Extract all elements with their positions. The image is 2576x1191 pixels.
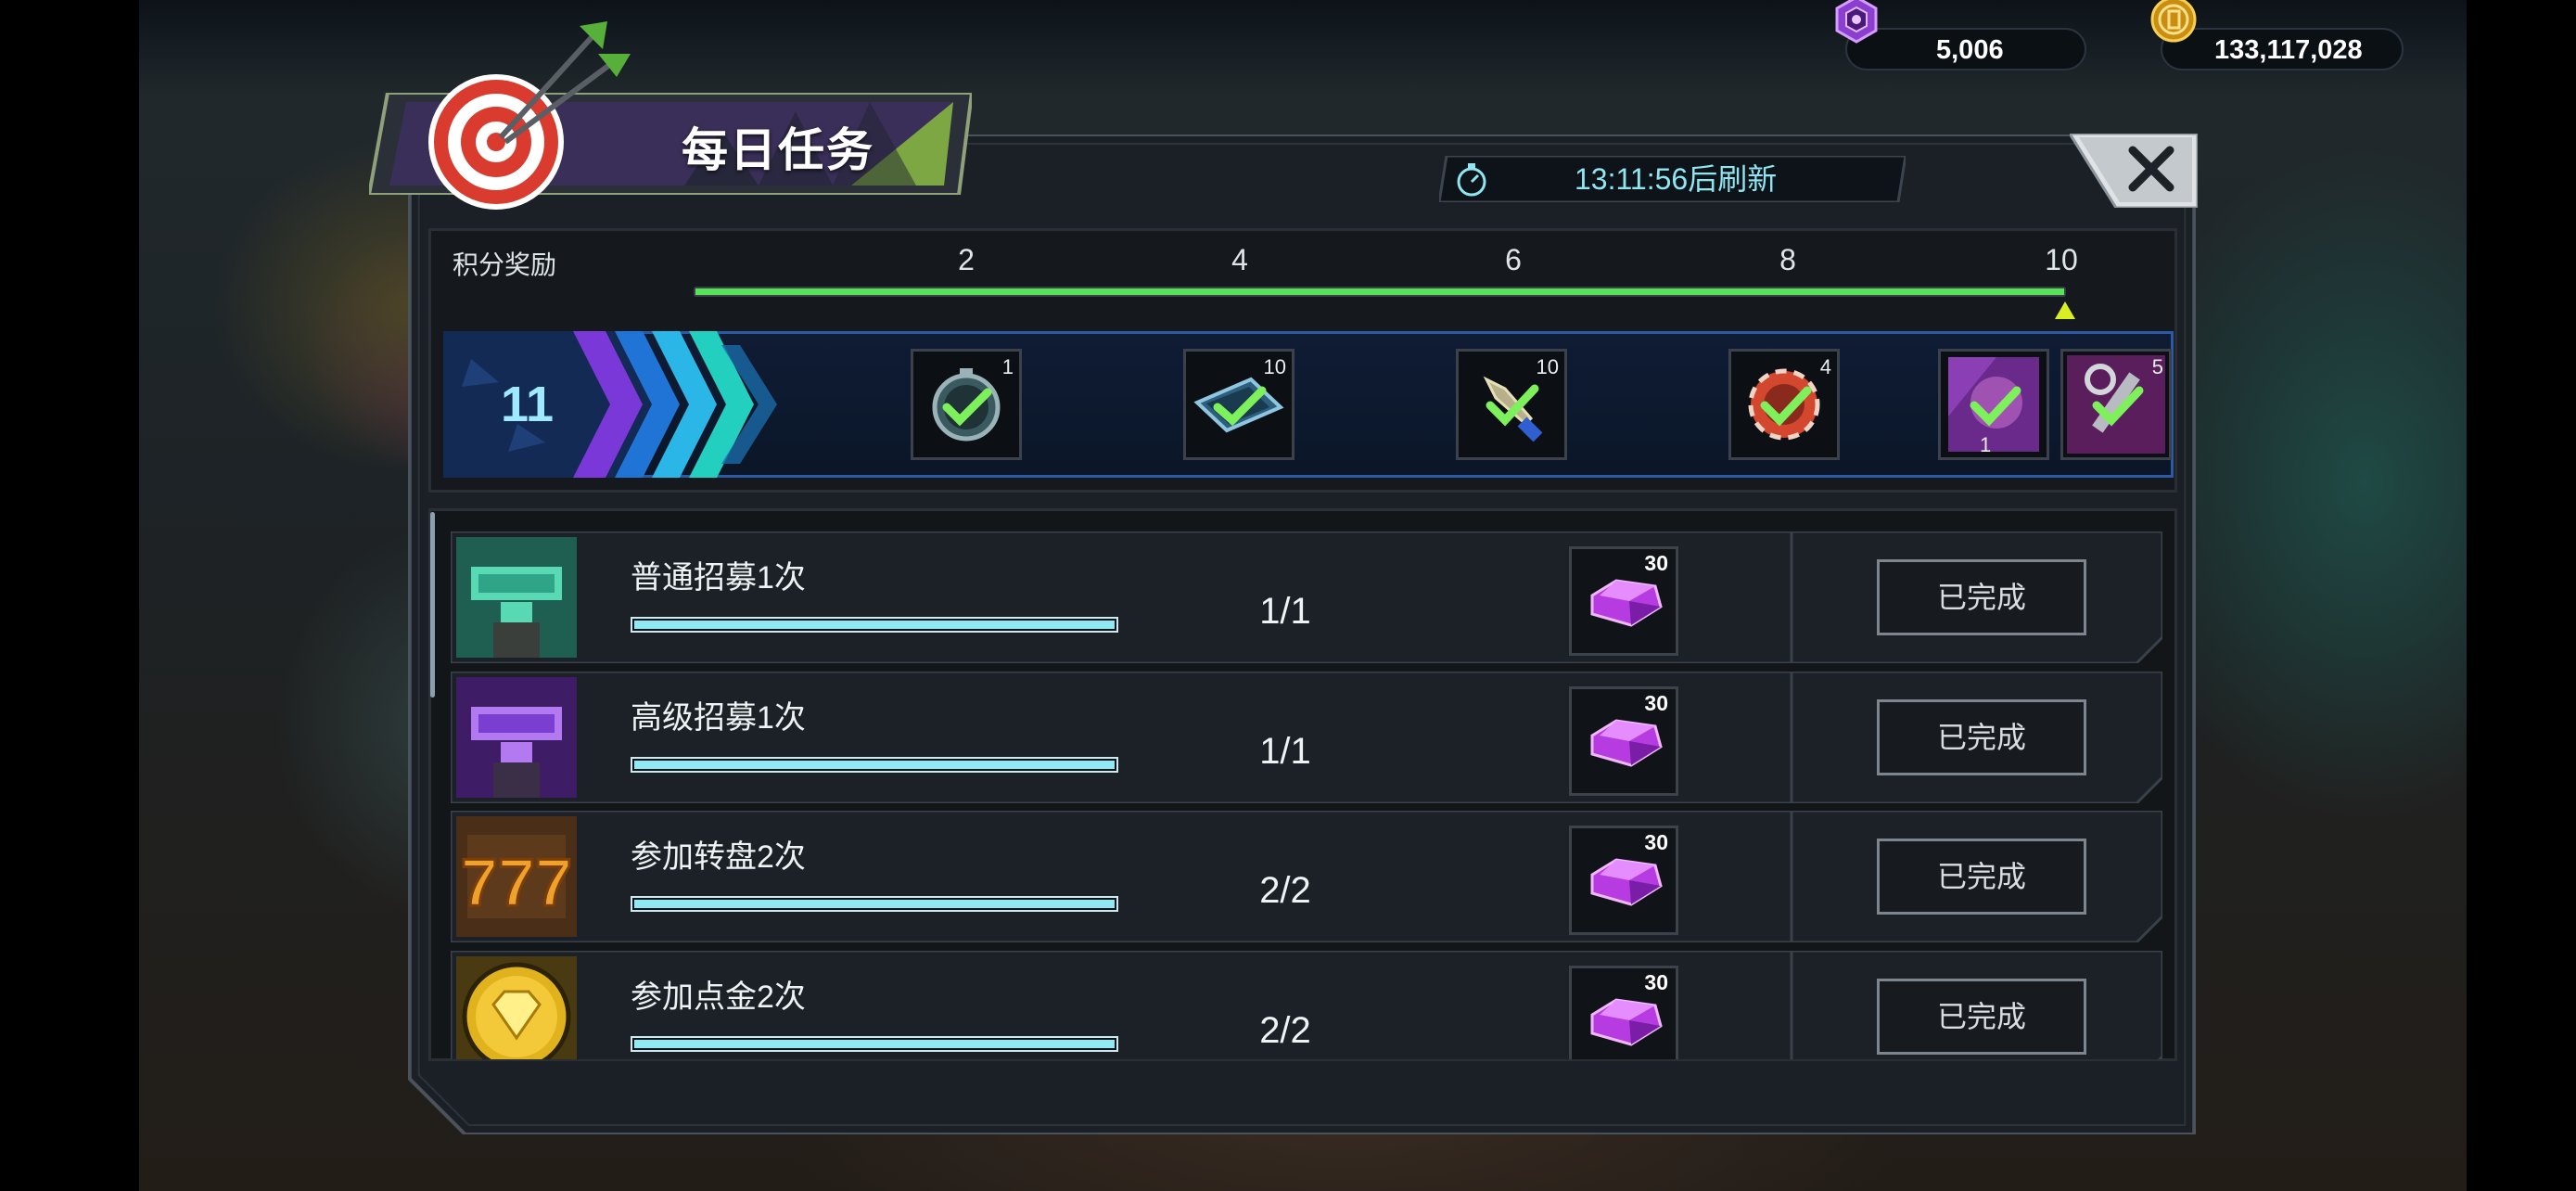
- gold-diamond-icon: [456, 956, 577, 1059]
- points-score: 11: [501, 377, 555, 432]
- task-progress-text: 2/2: [1259, 1010, 1311, 1051]
- green-machine-icon: [456, 537, 577, 658]
- card-pack-icon: [1948, 357, 2039, 452]
- task-name: 高级招募1次: [631, 700, 806, 736]
- task-row: 777 参加转盘2次 2/2 30 已完成: [451, 811, 2162, 942]
- gem-currency: 5,006: [1845, 28, 2086, 70]
- reward-slot-1[interactable]: 1: [911, 349, 1022, 460]
- task-reward-count: 30: [1644, 691, 1668, 715]
- purple-machine-icon: [456, 677, 577, 798]
- svg-text:777: 777: [461, 846, 572, 920]
- task-progress-fill: [634, 1040, 1115, 1048]
- reward-slot-5[interactable]: 1: [1938, 349, 2049, 460]
- task-progress-bar: [631, 896, 1118, 912]
- close-button[interactable]: [2070, 134, 2198, 208]
- task-progress-fill: [634, 900, 1115, 908]
- points-progress-marker: [2055, 301, 2075, 319]
- task-name: 参加转盘2次: [631, 839, 806, 875]
- task-progress-fill: [634, 761, 1115, 769]
- task-reward-slot[interactable]: 30: [1569, 546, 1678, 656]
- panel-title: 每日任务: [682, 124, 874, 176]
- task-progress-text: 1/1: [1259, 731, 1311, 772]
- task-progress-bar: [631, 757, 1118, 773]
- points-tick-2: 2: [958, 243, 975, 276]
- task-name: 普通招募1次: [631, 560, 806, 596]
- points-tick-6: 6: [1505, 243, 1522, 276]
- coin-amount: 133,117,028: [2214, 35, 2363, 65]
- reward-count: 10: [1263, 355, 1286, 378]
- points-progress-track: [694, 287, 2066, 297]
- task-progress-bar: [631, 617, 1118, 633]
- reward-count: 1: [1001, 355, 1014, 378]
- reward-slot-2[interactable]: 10: [1183, 349, 1294, 460]
- task-completed-button[interactable]: 已完成: [1877, 699, 2086, 775]
- task-list-scrollbar[interactable]: [430, 512, 435, 698]
- points-reward-label: 积分奖励: [453, 250, 557, 279]
- task-reward-slot[interactable]: 30: [1569, 826, 1678, 935]
- task-progress-text: 2/2: [1259, 870, 1311, 911]
- slot-777-icon: 777: [456, 816, 577, 937]
- reward-slot-4[interactable]: 4: [1728, 349, 1840, 460]
- reward-count: 10: [1536, 355, 1559, 378]
- task-progress-fill: [634, 621, 1115, 629]
- points-tick-10: 10: [2045, 243, 2078, 276]
- reward-count: 1: [1980, 433, 1992, 456]
- reward-slot-6[interactable]: 5: [2060, 349, 2172, 460]
- task-reward-slot[interactable]: 30: [1569, 966, 1678, 1059]
- target-icon: [428, 21, 631, 210]
- task-completed-button[interactable]: 已完成: [1877, 979, 2086, 1055]
- reward-count: 5: [2151, 355, 2163, 378]
- points-progress-fill: [695, 288, 2064, 295]
- task-row: 高级招募1次 1/1 30 已完成: [451, 672, 2162, 803]
- task-reward-slot[interactable]: 30: [1569, 686, 1678, 796]
- hex-gem-icon: [1835, 0, 1878, 44]
- task-completed-button[interactable]: 已完成: [1877, 839, 2086, 915]
- points-tick-4: 4: [1231, 243, 1248, 276]
- task-reward-count: 30: [1644, 970, 1668, 994]
- task-progress-bar: [631, 1036, 1118, 1052]
- task-completed-button[interactable]: 已完成: [1877, 559, 2086, 635]
- task-progress-text: 1/1: [1259, 591, 1311, 632]
- task-name: 参加点金2次: [631, 980, 806, 1015]
- task-row: 普通招募1次 1/1 30 已完成: [451, 531, 2162, 663]
- stopwatch-icon: [1457, 163, 1486, 197]
- reward-count: 4: [1819, 355, 1831, 378]
- gem-amount: 5,006: [1936, 35, 2004, 65]
- refresh-timer-text: 13:11:56后刷新: [1575, 162, 1778, 196]
- points-tick-8: 8: [1779, 243, 1796, 276]
- reward-slot-3[interactable]: 10: [1456, 349, 1567, 460]
- task-row: 参加点金2次 2/2 30 已完成: [451, 951, 2162, 1059]
- gold-coin-icon: [2150, 0, 2197, 43]
- task-reward-count: 30: [1644, 830, 1668, 854]
- task-reward-count: 30: [1644, 551, 1668, 575]
